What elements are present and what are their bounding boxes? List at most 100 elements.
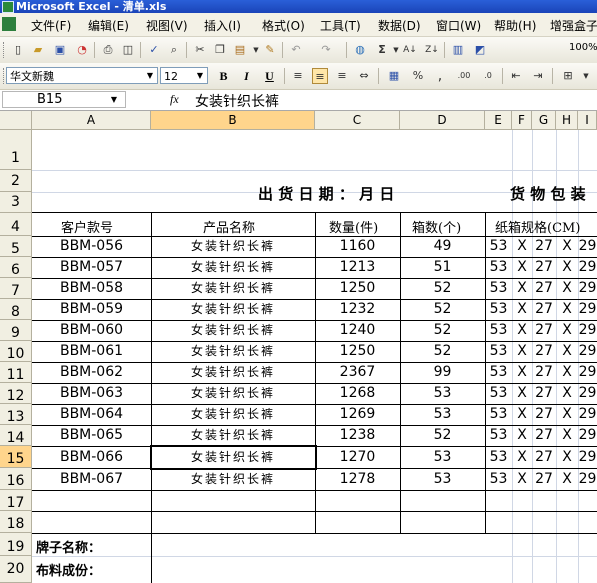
cell-boxes[interactable]: 53 bbox=[400, 383, 485, 404]
underline-button[interactable]: U bbox=[261, 68, 278, 84]
menu-edit[interactable]: 编辑(E) bbox=[88, 17, 129, 34]
cell-times-sign[interactable]: X bbox=[556, 468, 578, 490]
row-header-4[interactable]: 4 bbox=[0, 213, 32, 236]
cell-carton-width[interactable]: 27 bbox=[532, 404, 556, 425]
row-header-5[interactable]: 5 bbox=[0, 236, 32, 257]
cell-boxes[interactable]: 52 bbox=[400, 341, 485, 362]
cell-quantity[interactable]: 1240 bbox=[315, 320, 400, 341]
cell-times-sign[interactable]: X bbox=[512, 341, 532, 362]
cell-times-sign[interactable]: X bbox=[556, 299, 578, 320]
increase-indent-icon[interactable]: ⇥ bbox=[530, 68, 546, 84]
cell-carton-width[interactable]: 27 bbox=[532, 278, 556, 299]
cell-carton-height[interactable]: 29 bbox=[578, 468, 597, 490]
undo-icon[interactable]: ↶ bbox=[288, 42, 304, 58]
cell-carton-width[interactable]: 27 bbox=[532, 362, 556, 383]
sort-descending-icon[interactable]: Z↓ bbox=[424, 42, 440, 58]
permission-icon[interactable]: ◔ bbox=[74, 42, 90, 58]
workbook-icon[interactable] bbox=[2, 17, 16, 31]
cell-carton-width[interactable]: 27 bbox=[532, 236, 556, 257]
row-header-14[interactable]: 14 bbox=[0, 425, 32, 446]
cell-product-name[interactable]: 女装针织长裤 bbox=[151, 341, 315, 362]
row-header-7[interactable]: 7 bbox=[0, 278, 32, 299]
cell-product-name[interactable]: 女装针织长裤 bbox=[151, 257, 315, 278]
cell-times-sign[interactable]: X bbox=[512, 299, 532, 320]
column-header-d[interactable]: D bbox=[400, 111, 485, 130]
sort-ascending-icon[interactable]: A↓ bbox=[402, 42, 418, 58]
cell-quantity[interactable]: 1250 bbox=[315, 278, 400, 299]
print-icon[interactable]: ⎙ bbox=[100, 42, 116, 58]
cell-carton-height[interactable]: 29 bbox=[578, 404, 597, 425]
cell-carton-width[interactable]: 27 bbox=[532, 425, 556, 446]
cell-times-sign[interactable]: X bbox=[556, 446, 578, 468]
cell-quantity[interactable]: 1268 bbox=[315, 383, 400, 404]
cell-carton-length[interactable]: 53 bbox=[485, 236, 512, 257]
menu-view[interactable]: 视图(V) bbox=[146, 17, 188, 34]
cell-times-sign[interactable]: X bbox=[556, 404, 578, 425]
cell-boxes[interactable]: 52 bbox=[400, 278, 485, 299]
cell-quantity[interactable]: 1250 bbox=[315, 341, 400, 362]
menu-insert[interactable]: 插入(I) bbox=[204, 17, 241, 34]
cell-carton-width[interactable]: 27 bbox=[532, 299, 556, 320]
cell-times-sign[interactable]: X bbox=[512, 404, 532, 425]
cell-product-name[interactable]: 女装针织长裤 bbox=[151, 468, 315, 490]
row-header-1[interactable]: 1 bbox=[0, 130, 32, 170]
cell-carton-length[interactable]: 53 bbox=[485, 341, 512, 362]
insert-function-icon[interactable]: fx bbox=[170, 92, 179, 107]
cell-boxes[interactable]: 49 bbox=[400, 236, 485, 257]
cell-customer-code[interactable]: BBM-057 bbox=[32, 257, 151, 278]
font-name-select[interactable]: 华文新魏 ▼ bbox=[6, 67, 158, 84]
column-header-h[interactable]: H bbox=[556, 111, 578, 130]
column-header-e[interactable]: E bbox=[485, 111, 512, 130]
increase-decimal-icon[interactable]: .00 bbox=[456, 68, 472, 84]
name-box[interactable]: B15 ▼ bbox=[2, 91, 126, 108]
print-preview-icon[interactable]: ◫ bbox=[120, 42, 136, 58]
cell-times-sign[interactable]: X bbox=[556, 257, 578, 278]
cell-quantity[interactable]: 1213 bbox=[315, 257, 400, 278]
cell-product-name[interactable]: 女装针织长裤 bbox=[151, 299, 315, 320]
row-header-15[interactable]: 15 bbox=[0, 446, 32, 468]
decrease-indent-icon[interactable]: ⇤ bbox=[508, 68, 524, 84]
format-painter-icon[interactable]: ✎ bbox=[262, 42, 278, 58]
decrease-decimal-icon[interactable]: .0 bbox=[480, 68, 496, 84]
font-size-select[interactable]: 12 ▼ bbox=[160, 67, 208, 84]
align-left-icon[interactable]: ≡ bbox=[290, 68, 306, 84]
cell-times-sign[interactable]: X bbox=[512, 257, 532, 278]
cell-product-name[interactable]: 女装针织长裤 bbox=[151, 320, 315, 341]
cell-boxes[interactable]: 52 bbox=[400, 320, 485, 341]
cell-carton-length[interactable]: 53 bbox=[485, 446, 512, 468]
chevron-down-icon[interactable]: ▼ bbox=[194, 69, 206, 82]
cell-boxes[interactable]: 51 bbox=[400, 257, 485, 278]
row-header-2[interactable]: 2 bbox=[0, 170, 32, 192]
row-header-17[interactable]: 17 bbox=[0, 490, 32, 511]
cell-customer-code[interactable]: BBM-064 bbox=[32, 404, 151, 425]
cell-carton-length[interactable]: 53 bbox=[485, 299, 512, 320]
cell-product-name[interactable]: 女装针织长裤 bbox=[151, 278, 315, 299]
cell-quantity[interactable]: 1278 bbox=[315, 468, 400, 490]
menu-addin-box[interactable]: 增强盒子 bbox=[550, 17, 597, 34]
paste-icon[interactable]: ▤ bbox=[232, 42, 248, 58]
cell-carton-width[interactable]: 27 bbox=[532, 341, 556, 362]
align-center-icon[interactable]: ≡ bbox=[312, 68, 328, 84]
cell-carton-length[interactable]: 53 bbox=[485, 278, 512, 299]
column-header-b[interactable]: B bbox=[151, 111, 315, 130]
cell-product-name[interactable]: 女装针织长裤 bbox=[151, 236, 315, 257]
cell-quantity[interactable]: 1238 bbox=[315, 425, 400, 446]
bold-button[interactable]: B bbox=[215, 68, 232, 84]
cell-boxes[interactable]: 53 bbox=[400, 468, 485, 490]
select-all-corner[interactable] bbox=[0, 111, 32, 130]
cell-carton-length[interactable]: 53 bbox=[485, 425, 512, 446]
research-icon[interactable]: ⌕ bbox=[166, 42, 182, 58]
cell-times-sign[interactable]: X bbox=[556, 320, 578, 341]
cell-customer-code[interactable]: BBM-056 bbox=[32, 236, 151, 257]
menu-window[interactable]: 窗口(W) bbox=[436, 17, 481, 34]
cell-carton-length[interactable]: 53 bbox=[485, 257, 512, 278]
cell-product-name[interactable]: 女装针织长裤 bbox=[151, 362, 315, 383]
menu-file[interactable]: 文件(F) bbox=[31, 17, 71, 34]
cell-carton-height[interactable]: 29 bbox=[578, 425, 597, 446]
chevron-down-icon[interactable]: ▼ bbox=[111, 92, 117, 107]
row-header-9[interactable]: 9 bbox=[0, 320, 32, 341]
borders-dropdown-icon[interactable]: ▼ bbox=[578, 68, 594, 84]
row-header-18[interactable]: 18 bbox=[0, 511, 32, 533]
row-header-16[interactable]: 16 bbox=[0, 468, 32, 490]
menu-help[interactable]: 帮助(H) bbox=[494, 17, 536, 34]
